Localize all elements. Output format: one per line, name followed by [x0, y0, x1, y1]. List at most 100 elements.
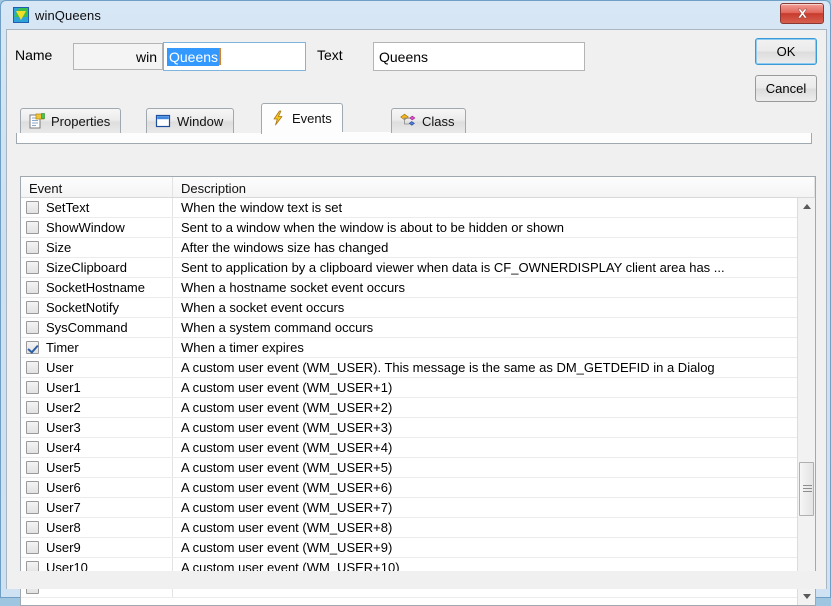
checkbox-unchecked[interactable] [26, 521, 39, 534]
event-name: SetText [46, 200, 90, 215]
checkbox-unchecked[interactable] [26, 501, 39, 514]
description-cell: A custom user event (WM_USER+7) [181, 500, 393, 515]
lightning-icon [270, 110, 286, 126]
tab-strip: Properties Window Events Class [16, 103, 812, 144]
event-name: User1 [46, 380, 81, 395]
window-title: winQueens [35, 7, 101, 23]
table-row[interactable]: ShowWindow Sent to a window when the wind… [21, 218, 797, 238]
class-icon [400, 113, 416, 129]
event-name: User7 [46, 500, 81, 515]
event-name: User5 [46, 460, 81, 475]
scroll-up-arrow-icon[interactable] [798, 198, 815, 215]
description-cell: A custom user event (WM_USER+2) [181, 400, 393, 415]
event-cell: SetText [21, 198, 173, 217]
description-cell: A custom user event (WM_USER+6) [181, 480, 393, 495]
table-row[interactable]: User9 A custom user event (WM_USER+9) [21, 538, 797, 558]
event-name: Size [46, 240, 72, 255]
bottom-strip [7, 571, 826, 589]
table-row[interactable]: User4 A custom user event (WM_USER+4) [21, 438, 797, 458]
scrollbar-thumb[interactable] [799, 462, 814, 516]
event-name: SizeClipboard [46, 260, 127, 275]
event-name: User9 [46, 540, 81, 555]
vertical-scrollbar[interactable] [797, 198, 815, 605]
description-cell: When the window text is set [181, 200, 343, 215]
tab-properties-label: Properties [51, 113, 111, 129]
event-cell: Size [21, 238, 173, 257]
event-cell: User7 [21, 498, 173, 517]
name-prefix-value: win [135, 48, 157, 65]
event-name: User8 [46, 520, 81, 535]
description-cell: A custom user event (WM_USER+5) [181, 460, 393, 475]
event-name: SocketNotify [46, 300, 119, 315]
table-row[interactable]: Timer When a timer expires [21, 338, 797, 358]
title-bar: winQueens [6, 1, 825, 29]
tab-properties[interactable]: Properties [20, 108, 122, 133]
checkbox-unchecked[interactable] [26, 321, 39, 334]
close-icon [797, 8, 807, 19]
table-row[interactable]: User3 A custom user event (WM_USER+3) [21, 418, 797, 438]
checkbox-unchecked[interactable] [26, 401, 39, 414]
event-cell: User5 [21, 458, 173, 477]
checkbox-unchecked[interactable] [26, 461, 39, 474]
description-cell: A custom user event (WM_USER+1) [181, 380, 393, 395]
application-window: winQueens Name win Queens Text Queens OK… [0, 0, 831, 606]
event-name: User [46, 360, 74, 375]
scroll-down-arrow-icon[interactable] [798, 588, 815, 605]
cancel-button[interactable]: Cancel [755, 75, 817, 102]
tab-window[interactable]: Window [146, 108, 235, 133]
checkbox-unchecked[interactable] [26, 201, 39, 214]
checkbox-unchecked[interactable] [26, 441, 39, 454]
description-cell: When a timer expires [181, 340, 304, 355]
name-prefix-field[interactable]: win [73, 43, 163, 70]
event-cell: User6 [21, 478, 173, 497]
description-cell: A custom user event (WM_USER+3) [181, 420, 393, 435]
table-row[interactable]: SysCommand When a system command occurs [21, 318, 797, 338]
checkbox-unchecked[interactable] [26, 361, 39, 374]
properties-icon [29, 113, 45, 129]
table-row[interactable]: User A custom user event (WM_USER). This … [21, 358, 797, 378]
client-area: Name win Queens Text Queens OK Cancel Pr… [6, 29, 827, 606]
column-header-event[interactable]: Event [21, 177, 173, 197]
tab-events[interactable]: Events [261, 103, 343, 134]
ok-button[interactable]: OK [755, 38, 817, 65]
table-row[interactable]: SocketNotify When a socket event occurs [21, 298, 797, 318]
description-cell: A custom user event (WM_USER+8) [181, 520, 393, 535]
checkbox-unchecked[interactable] [26, 221, 39, 234]
tab-class[interactable]: Class [391, 108, 466, 133]
description-cell: When a socket event occurs [181, 300, 345, 315]
events-list: Event Description SetText When the window… [20, 176, 816, 606]
checkbox-unchecked[interactable] [26, 541, 39, 554]
table-row[interactable]: User2 A custom user event (WM_USER+2) [21, 398, 797, 418]
event-cell: SysCommand [21, 318, 173, 337]
description-cell: Sent to a window when the window is abou… [181, 220, 565, 235]
table-row[interactable]: User7 A custom user event (WM_USER+7) [21, 498, 797, 518]
table-row[interactable]: SizeClipboard Sent to application by a cl… [21, 258, 797, 278]
checkbox-unchecked[interactable] [26, 281, 39, 294]
text-caret [219, 48, 222, 65]
table-row[interactable]: User5 A custom user event (WM_USER+5) [21, 458, 797, 478]
event-cell: SocketHostname [21, 278, 173, 297]
close-button[interactable] [780, 3, 824, 24]
table-row[interactable]: Size After the windows size has changed [21, 238, 797, 258]
checkbox-unchecked[interactable] [26, 421, 39, 434]
column-header-description[interactable]: Description [173, 177, 815, 197]
event-name: User3 [46, 420, 81, 435]
text-input[interactable]: Queens [373, 42, 585, 71]
table-row[interactable]: User1 A custom user event (WM_USER+1) [21, 378, 797, 398]
event-cell: User [21, 358, 173, 377]
name-input[interactable]: Queens [163, 42, 306, 71]
checkbox-unchecked[interactable] [26, 241, 39, 254]
events-list-body: SetText When the window text is set ShowWi… [21, 198, 797, 605]
checkbox-unchecked[interactable] [26, 381, 39, 394]
checkbox-checked[interactable] [26, 341, 39, 354]
checkbox-unchecked[interactable] [26, 301, 39, 314]
name-text-form: Name win Queens Text Queens OK Cancel [7, 30, 826, 103]
table-row[interactable]: User6 A custom user event (WM_USER+6) [21, 478, 797, 498]
table-row[interactable]: User8 A custom user event (WM_USER+8) [21, 518, 797, 538]
checkbox-unchecked[interactable] [26, 261, 39, 274]
table-row[interactable]: SocketHostname When a hostname socket eve… [21, 278, 797, 298]
checkbox-unchecked[interactable] [26, 481, 39, 494]
name-label: Name [15, 47, 53, 63]
text-input-value: Queens [379, 48, 429, 65]
table-row[interactable]: SetText When the window text is set [21, 198, 797, 218]
